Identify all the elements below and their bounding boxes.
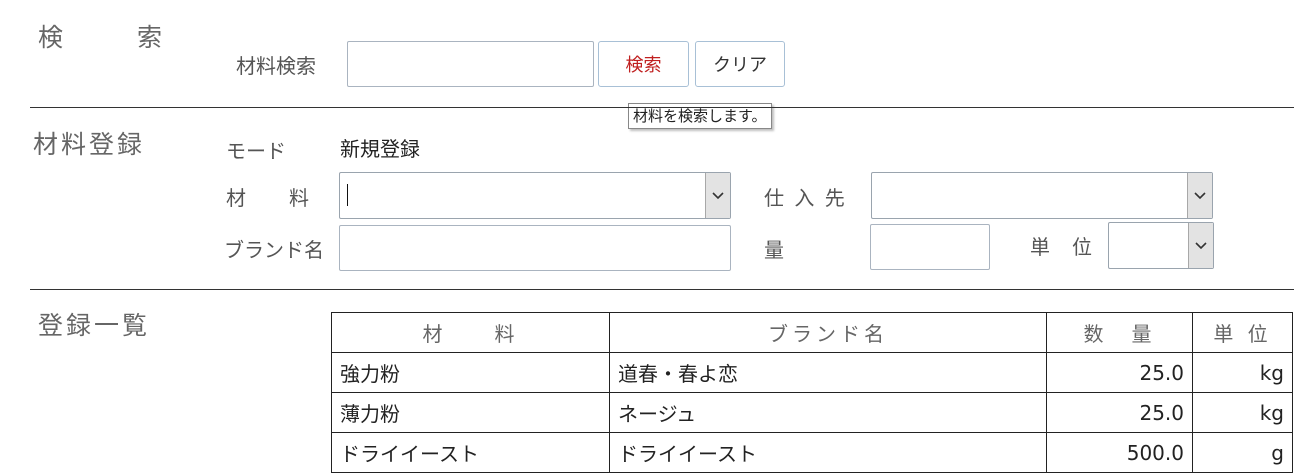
cell-material: 薄力粉 xyxy=(331,392,610,433)
search-button[interactable]: 検索 xyxy=(598,41,689,87)
table-row[interactable]: 薄力粉 ネージュ 25.0 kg xyxy=(331,392,1293,433)
material-search-input[interactable] xyxy=(347,41,594,87)
column-header-brand[interactable]: ブランド名 xyxy=(609,312,1047,353)
search-section-title: 検 索 xyxy=(38,23,171,52)
unit-select[interactable] xyxy=(1108,222,1214,269)
quantity-input[interactable] xyxy=(870,224,990,270)
cell-unit: kg xyxy=(1192,352,1293,393)
brand-input[interactable] xyxy=(339,225,731,271)
cell-quantity: 25.0 xyxy=(1046,392,1193,433)
unit-label: 単 位 xyxy=(1030,235,1093,259)
column-header-material[interactable]: 材 料 xyxy=(331,312,610,353)
mode-value: 新規登録 xyxy=(340,137,420,161)
supplier-select[interactable] xyxy=(871,172,1213,219)
quantity-label: 量 xyxy=(764,238,784,262)
material-label: 材 料 xyxy=(226,186,310,210)
cell-unit: kg xyxy=(1192,392,1293,433)
clear-button[interactable]: クリア xyxy=(695,41,785,87)
cell-material: 強力粉 xyxy=(331,352,610,393)
cell-brand: 道春・春よ恋 xyxy=(609,352,1047,393)
section-divider xyxy=(30,289,1294,290)
table-header-row: 材 料 ブランド名 数 量 単 位 xyxy=(331,312,1293,353)
column-header-unit[interactable]: 単 位 xyxy=(1192,312,1293,353)
material-select[interactable] xyxy=(339,172,731,219)
cell-brand: ドライイースト xyxy=(609,432,1047,473)
cell-quantity: 500.0 xyxy=(1046,432,1193,473)
cell-brand: ネージュ xyxy=(609,392,1047,433)
section-divider xyxy=(30,107,1294,108)
registered-materials-table: 材 料 ブランド名 数 量 単 位 強力粉 道春・春よ恋 25.0 kg 薄力粉… xyxy=(331,312,1293,473)
brand-label: ブランド名 xyxy=(224,238,324,262)
supplier-label: 仕 入 先 xyxy=(764,186,847,210)
table-row[interactable]: 強力粉 道春・春よ恋 25.0 kg xyxy=(331,352,1293,393)
text-caret xyxy=(347,184,348,206)
chevron-down-icon[interactable] xyxy=(705,173,730,218)
register-section-title: 材料登録 xyxy=(33,130,146,159)
cell-material: ドライイースト xyxy=(331,432,610,473)
list-section-title: 登録一覧 xyxy=(38,311,151,340)
table-row[interactable]: ドライイースト ドライイースト 500.0 g xyxy=(331,432,1293,473)
material-search-label: 材料検索 xyxy=(236,54,316,78)
chevron-down-icon[interactable] xyxy=(1188,223,1213,268)
cell-unit: g xyxy=(1192,432,1293,473)
chevron-down-icon[interactable] xyxy=(1187,173,1212,218)
mode-label: モード xyxy=(226,139,286,163)
cell-quantity: 25.0 xyxy=(1046,352,1193,393)
column-header-quantity[interactable]: 数 量 xyxy=(1046,312,1193,353)
